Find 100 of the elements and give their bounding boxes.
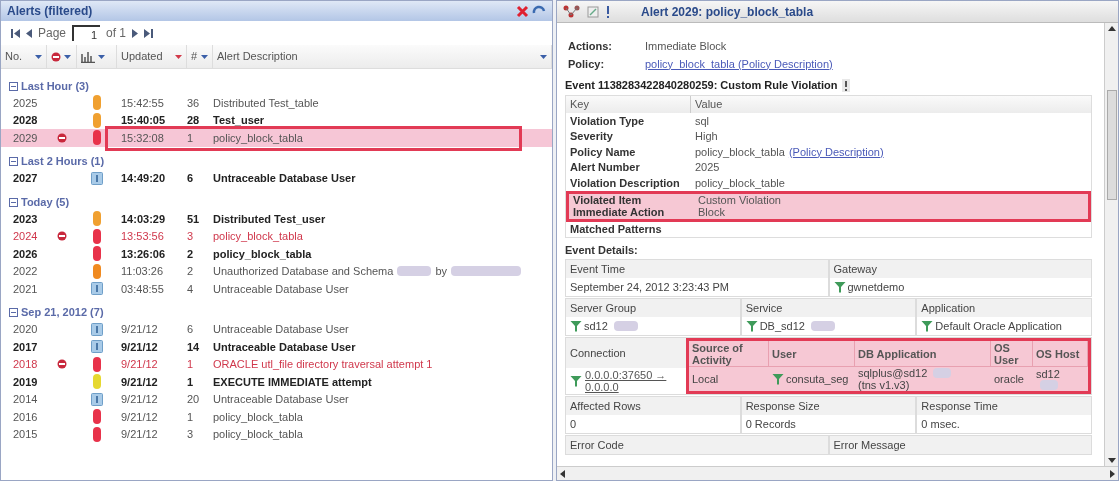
table-column-header[interactable]: Value	[691, 96, 1091, 113]
alert-row[interactable]: 2017 9/21/12 14 Untraceable Database User	[1, 338, 552, 356]
table-column-header[interactable]: OS User	[991, 341, 1033, 366]
previous-page-icon[interactable]	[26, 28, 32, 38]
alert-icon[interactable]	[841, 78, 850, 92]
alert-count: 1	[187, 357, 195, 372]
scroll-up-icon[interactable]	[1107, 26, 1116, 31]
alert-description: Untraceable Database User	[213, 339, 356, 355]
alert-count: 2	[187, 264, 195, 279]
scroll-thumb[interactable]	[1106, 89, 1117, 200]
updated-time: 13:53:56	[120, 229, 165, 244]
alert-row[interactable]: 2026 13:26:06 2 policy_block_tabla	[1, 245, 552, 263]
detail-value: DB_sd12	[759, 318, 805, 334]
alert-count: 3	[187, 229, 195, 244]
updated-time: 15:42:55	[120, 95, 165, 111]
alert-row[interactable]: 2022 11:03:26 2 Unauthorized Database and Schema by	[1, 262, 552, 280]
description-suffix: by	[435, 264, 448, 279]
table-column-header[interactable]: OS Host	[1033, 341, 1088, 366]
alert-row[interactable]: 2020 9/21/12 6 Untraceable Database User	[1, 320, 552, 338]
alert-number: 2019	[12, 374, 39, 390]
dropdown-caret-icon[interactable]	[540, 54, 547, 59]
group-heading[interactable]: Sep 21, 2012 (7)	[21, 304, 104, 321]
updated-time: 14:03:29	[120, 211, 167, 227]
collapse-icon[interactable]	[9, 157, 18, 166]
table-cell: oracle	[994, 373, 1024, 385]
scroll-left-icon[interactable]	[560, 469, 565, 478]
scroll-right-icon[interactable]	[1110, 469, 1115, 478]
detail-label: Server Group	[566, 299, 740, 317]
page-total: of 1	[106, 25, 127, 42]
alert-row[interactable]: 2016 9/21/12 1 policy_block_tabla	[1, 408, 552, 426]
network-icon[interactable]	[563, 5, 581, 18]
alert-icon[interactable]	[605, 5, 611, 18]
row-value: High	[694, 129, 719, 144]
column-header[interactable]: #	[187, 45, 213, 68]
updated-time: 13:26:06	[120, 246, 167, 262]
alert-count: 14	[187, 339, 201, 355]
alert-number: 2018	[12, 357, 39, 372]
alert-description: ORACLE utl_file directory traversal attempt 1	[213, 357, 433, 372]
row-value: Custom Violation	[697, 192, 782, 208]
alert-row[interactable]: 2019 9/21/12 1 EXECUTE IMMEDIATE attempt	[1, 373, 552, 391]
alert-count: 3	[187, 427, 195, 442]
first-page-icon[interactable]	[11, 28, 20, 38]
alert-description: policy_block_tabla	[213, 427, 303, 442]
dropdown-caret-icon[interactable]	[201, 54, 208, 59]
row-value: policy_block_table	[694, 175, 786, 191]
alert-row[interactable]: 2027 14:49:20 6 Untraceable Database User	[1, 169, 552, 187]
alert-count: 1	[187, 130, 195, 146]
alert-row[interactable]: 2015 9/21/12 3 policy_block_tabla	[1, 425, 552, 443]
summary-value: Immediate Block	[645, 38, 727, 54]
alert-count: 6	[187, 322, 195, 337]
last-page-icon[interactable]	[144, 28, 154, 38]
alert-row[interactable]: 2023 14:03:29 51 Distributed Test_user	[1, 210, 552, 228]
policy-description-link[interactable]: (Policy Description)	[788, 143, 884, 160]
table-column-header[interactable]: Key	[566, 96, 691, 113]
table-column-header[interactable]: User	[769, 341, 855, 366]
updated-time: 03:48:55	[120, 281, 165, 297]
detail-value: 0 Records	[745, 416, 796, 432]
table-column-header[interactable]: DB Application	[855, 341, 991, 366]
vertical-scrollbar[interactable]	[1104, 23, 1118, 466]
alert-row[interactable]: 2025 15:42:55 36 Distributed Test_table	[1, 94, 552, 112]
alert-description: policy_block_tabla	[213, 246, 312, 262]
column-header[interactable]: Updated	[117, 45, 187, 68]
collapse-icon[interactable]	[9, 308, 18, 317]
alert-row[interactable]: 2024 13:53:56 3 policy_block_tabla	[1, 227, 552, 245]
horizontal-scrollbar[interactable]	[557, 466, 1118, 480]
close-icon[interactable]	[516, 4, 529, 18]
next-page-icon[interactable]	[132, 28, 139, 38]
alert-row[interactable]: 2021 03:48:55 4 Untraceable Database User	[1, 280, 552, 298]
collapse-icon[interactable]	[9, 81, 18, 91]
alert-count: 36	[187, 95, 201, 111]
dropdown-caret-icon[interactable]	[35, 54, 42, 59]
dropdown-caret-icon[interactable]	[98, 54, 105, 59]
updated-time: 15:40:05	[120, 113, 167, 128]
column-header[interactable]: Alert Description	[213, 45, 552, 68]
collapse-icon[interactable]	[9, 197, 18, 207]
summary-label: Policy:	[567, 56, 606, 72]
connection-link[interactable]: 0.0.0.0:37650 → 0.0.0.0	[585, 369, 667, 393]
column-header[interactable]: No.	[1, 45, 47, 68]
dropdown-caret-icon[interactable]	[64, 54, 71, 59]
dropdown-caret-icon[interactable]	[175, 54, 182, 59]
alert-row[interactable]: 2018 9/21/12 1 ORACLE utl_file directory traversal attempt 1	[1, 355, 552, 373]
group-heading[interactable]: Last 2 Hours (1)	[21, 153, 105, 170]
updated-time: 9/21/12	[120, 409, 159, 425]
table-column-header[interactable]: Source of Activity	[689, 341, 769, 366]
policy-link[interactable]: policy_block_tabla (Policy Description)	[645, 55, 833, 73]
scroll-down-icon[interactable]	[1107, 458, 1116, 463]
detail-value: September 24, 2012 3:23:43 PM	[570, 279, 729, 295]
page-field[interactable]: 1	[72, 25, 101, 41]
group-heading[interactable]: Today (5)	[21, 193, 70, 211]
alert-row[interactable]: 2014 9/21/12 20 Untraceable Database User	[1, 390, 552, 408]
alert-number: 2014	[12, 392, 39, 407]
table-cell: consuta_seg	[786, 373, 849, 385]
alert-description: EXECUTE IMMEDIATE attempt	[213, 374, 372, 390]
blocked-icon	[51, 51, 61, 62]
alert-row[interactable]: 2028 15:40:05 28 Test_user	[1, 111, 552, 129]
alert-description: Unauthorized Database and Schema	[213, 264, 394, 279]
group-heading[interactable]: Last Hour (3)	[21, 77, 89, 95]
updated-time: 9/21/12	[120, 357, 159, 372]
alert-number: 2026	[12, 246, 39, 262]
row-value: policy_block_tabla	[694, 144, 786, 160]
